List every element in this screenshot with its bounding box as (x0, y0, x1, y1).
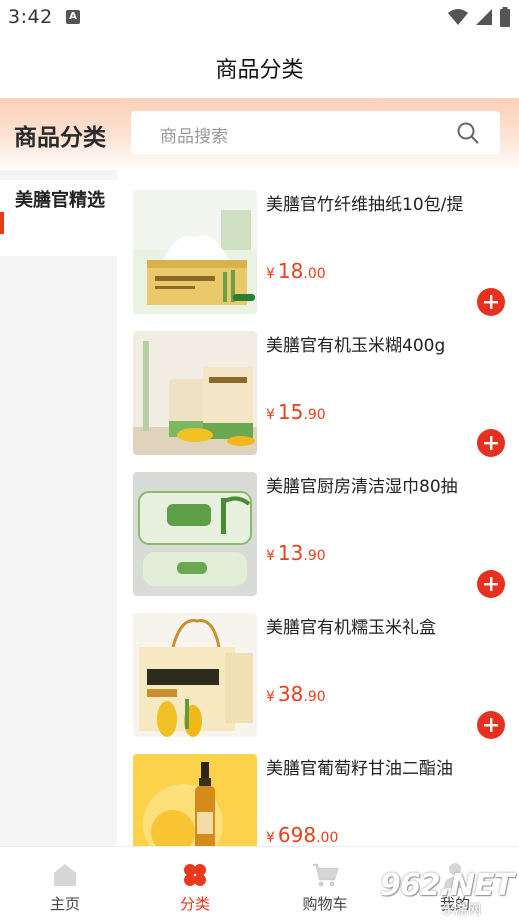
product-price: ¥13.90 (266, 541, 326, 565)
product-item[interactable]: 美膳官厨房清洁湿巾80抽 ¥13.90 (117, 452, 519, 598)
category-icon (184, 864, 206, 886)
product-price: ¥38.90 (266, 682, 326, 706)
price-currency: ¥ (266, 266, 275, 282)
bottom-nav: 主页 分类 购物车 我的 (0, 846, 519, 923)
nav-item-cart[interactable]: 购物车 (260, 847, 390, 923)
wifi-icon (448, 9, 468, 25)
price-integer: 15 (277, 400, 304, 424)
product-price: ¥18.00 (266, 259, 326, 283)
page-title: 商品分类 (215, 58, 304, 83)
nav-item-category[interactable]: 分类 (130, 847, 260, 923)
plus-icon (484, 577, 498, 591)
search-icon[interactable] (456, 121, 480, 145)
price-decimal: .90 (303, 407, 326, 423)
price-decimal: .00 (303, 266, 326, 282)
nav-label: 我的 (439, 895, 470, 913)
battery-icon (500, 7, 510, 27)
sidebar-item-featured[interactable]: 美膳官精选 (0, 180, 117, 256)
product-image-wet-wipes[interactable] (133, 472, 257, 596)
price-decimal: .90 (303, 689, 326, 705)
product-name[interactable]: 美膳官厨房清洁湿巾80抽 (266, 472, 458, 497)
product-item[interactable]: 美膳官有机玉米糊400g ¥15.90 (117, 311, 519, 457)
price-decimal: .90 (303, 548, 326, 564)
cart-icon (313, 863, 339, 887)
price-integer: 18 (277, 259, 304, 283)
product-image-corn-giftbox[interactable] (133, 613, 257, 737)
category-sidebar: 美膳官精选 (0, 170, 117, 846)
product-image-oil[interactable] (133, 754, 257, 846)
price-currency: ¥ (266, 407, 275, 423)
product-name[interactable]: 美膳官有机糯玉米礼盒 (266, 613, 436, 638)
nav-label: 购物车 (302, 895, 348, 913)
product-item[interactable]: 美膳官竹纤维抽纸10包/提 ¥18.00 (117, 170, 519, 316)
price-currency: ¥ (266, 689, 275, 705)
sidebar-item-label: 美膳官精选 (15, 190, 105, 211)
price-currency: ¥ (266, 830, 275, 846)
price-currency: ¥ (266, 548, 275, 564)
plus-icon (484, 295, 498, 309)
product-list[interactable]: 美膳官竹纤维抽纸10包/提 ¥18.00 美膳官有机玉米糊400g ¥ 15.9… (117, 170, 519, 846)
price-integer: 38 (277, 682, 304, 706)
price-decimal: .00 (316, 830, 339, 846)
search-placeholder: 商品搜索 (160, 127, 228, 147)
price-integer: 698 (277, 823, 317, 846)
title-bar: 商品分类 (0, 36, 519, 98)
home-icon (54, 864, 76, 886)
active-indicator (0, 212, 4, 234)
product-price: ¥698.00 (266, 823, 338, 846)
notification-icon: A (66, 10, 80, 24)
status-icons (447, 6, 511, 28)
product-item[interactable]: 美膳官有机糯玉米礼盒 ¥38.90 (117, 593, 519, 739)
status-time: 3:42 (8, 6, 53, 28)
plus-icon (484, 718, 498, 732)
nav-item-home[interactable]: 主页 (0, 847, 130, 923)
price-integer: 13 (277, 541, 304, 565)
status-bar: 3:42 A (0, 0, 519, 36)
product-item[interactable]: 美膳官葡萄籽甘油二酯油 ¥698.00 (117, 734, 519, 846)
product-name[interactable]: 美膳官竹纤维抽纸10包/提 (266, 190, 463, 215)
plus-icon (484, 436, 498, 450)
product-image-tissue[interactable] (133, 190, 257, 314)
nav-item-profile[interactable]: 我的 (390, 847, 519, 923)
nav-label: 主页 (49, 895, 80, 913)
header-title: 商品分类 (14, 125, 106, 151)
nav-label: 分类 (179, 895, 210, 913)
signal-icon (476, 9, 492, 25)
search-header: 商品分类 商品搜索 (0, 98, 519, 170)
product-name[interactable]: 美膳官葡萄籽甘油二酯油 (266, 754, 453, 779)
user-icon (444, 863, 466, 888)
product-price: ¥15.90 (266, 400, 326, 424)
search-input[interactable]: 商品搜索 (131, 111, 500, 154)
product-name[interactable]: 美膳官有机玉米糊400g (266, 331, 445, 356)
product-image-corn-porridge[interactable] (133, 331, 257, 455)
